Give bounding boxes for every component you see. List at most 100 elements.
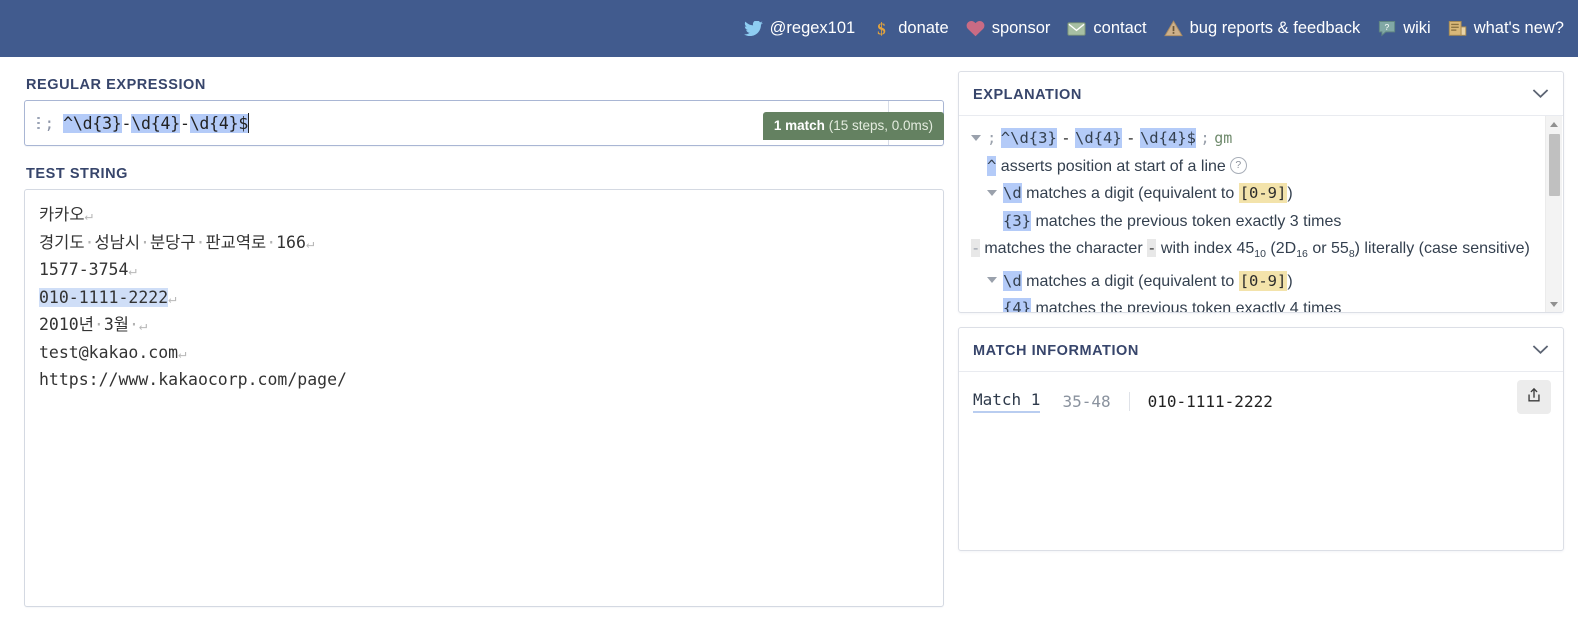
nav-item-regex101[interactable]: @regex101 bbox=[743, 19, 856, 38]
test-text: 2010년 bbox=[39, 315, 94, 334]
help-icon[interactable]: ? bbox=[1229, 156, 1247, 174]
space-dot: · bbox=[195, 232, 206, 252]
test-string-line: 1577-3754↵ bbox=[39, 257, 929, 285]
space-dot: · bbox=[84, 232, 95, 252]
explanation-row: \d matches a digit (equivalent to [0-9]) bbox=[971, 268, 1537, 296]
nav-item-what-s-new[interactable]: what's new? bbox=[1448, 19, 1564, 38]
test-string-line: test@kakao.com↵ bbox=[39, 340, 929, 368]
disclosure-triangle-icon[interactable] bbox=[987, 189, 997, 196]
nav-item-bug-reports-feedback[interactable]: bug reports & feedback bbox=[1163, 19, 1361, 38]
nav-item-sponsor[interactable]: sponsor bbox=[966, 19, 1051, 38]
explanation-rows: ; ^\d{3} - \d{4} - \d{4}$ ; gm ^ asserts… bbox=[959, 116, 1563, 312]
explanation-panel: EXPLANATION ; ^\d{3} - \d{4} - \d{4}$ ; … bbox=[958, 71, 1564, 313]
index-base: 55 bbox=[1331, 240, 1349, 257]
chevron-down-icon[interactable] bbox=[1532, 342, 1549, 360]
regex-token-highlight: ^\d{3} bbox=[1000, 128, 1057, 148]
nav-item-label: what's new? bbox=[1473, 19, 1564, 38]
chevron-down-icon[interactable] bbox=[1511, 86, 1549, 104]
regex-input[interactable]: ^\d{3}-\d{4}-\d{4}$ bbox=[56, 101, 834, 145]
news-document-icon bbox=[1448, 19, 1467, 38]
nav-item-donate[interactable]: $ donate bbox=[872, 19, 948, 39]
index-base: 2D bbox=[1275, 240, 1297, 257]
space-dot: · bbox=[128, 315, 139, 334]
workspace: REGULAR EXPRESSION 1 match (15 steps, 0.… bbox=[0, 57, 1578, 626]
test-string-editor[interactable]: 카카오↵ 경기도·성남시·분당구·판교역로·166↵ 1577-3754↵ 010-1… bbox=[24, 189, 944, 607]
nav-item-label: @regex101 bbox=[769, 19, 856, 38]
test-text: 3월 bbox=[103, 315, 129, 334]
explanation-text: ) literally (case sensitive) bbox=[1354, 240, 1530, 257]
explanation-text: ( bbox=[1265, 240, 1276, 257]
newline-glyph: ↵ bbox=[305, 235, 315, 252]
literal-dash-token: - bbox=[971, 239, 981, 257]
nav-item-wiki[interactable]: ? wiki bbox=[1377, 19, 1431, 38]
explanation-panel-header[interactable]: EXPLANATION bbox=[959, 72, 1563, 116]
test-text: 판교역로 bbox=[205, 232, 267, 252]
explanation-body-wrap: ; ^\d{3} - \d{4} - \d{4}$ ; gm ^ asserts… bbox=[959, 116, 1563, 312]
delimiter-token: ; bbox=[987, 129, 997, 147]
match-information-header[interactable]: MATCH INFORMATION bbox=[959, 328, 1563, 372]
disclosure-triangle-icon[interactable] bbox=[987, 277, 997, 284]
explanation-text: matches a digit (equivalent to bbox=[1026, 272, 1239, 290]
explanation-text: or bbox=[1307, 240, 1332, 257]
test-string-line: 010-1111-2222↵ bbox=[39, 285, 929, 313]
test-string-line: https://www.kakaocorp.com/page/ bbox=[39, 367, 929, 393]
scrollbar-thumb[interactable] bbox=[1548, 134, 1560, 196]
regex-token: ^\d{3} bbox=[63, 113, 122, 133]
explanation-scrollbar[interactable] bbox=[1545, 116, 1562, 312]
regex-drag-handle[interactable]: ; bbox=[25, 101, 56, 145]
explanation-row: {3} matches the previous token exactly 3… bbox=[971, 208, 1537, 236]
index-radix: 10 bbox=[1254, 248, 1266, 261]
test-text: https://www.kakaocorp.com/page/ bbox=[39, 370, 347, 389]
match-row[interactable]: Match 1 35-48 010-1111-2222 bbox=[973, 390, 1549, 413]
test-text: 경기도 bbox=[39, 232, 85, 252]
test-text: 166 bbox=[276, 232, 306, 252]
explanation-row: ; ^\d{3} - \d{4} - \d{4}$ ; gm bbox=[971, 125, 1537, 153]
nav-item-label: sponsor bbox=[991, 19, 1051, 38]
match-steps-text: (15 steps, 0.0ms) bbox=[828, 118, 933, 133]
twitter-icon bbox=[743, 19, 763, 38]
nav-item-label: bug reports & feedback bbox=[1189, 19, 1361, 38]
regex-token-highlight: {4} bbox=[1003, 298, 1031, 312]
heart-icon bbox=[966, 19, 985, 38]
newline-glyph: ↵ bbox=[168, 290, 177, 307]
test-string-line: 경기도·성남시·분당구·판교역로·166↵ bbox=[39, 230, 929, 258]
match-information-body: Match 1 35-48 010-1111-2222 bbox=[959, 372, 1563, 550]
nav-item-label: contact bbox=[1093, 19, 1147, 38]
flags-token: gm bbox=[1214, 129, 1233, 147]
explanation-text: ) bbox=[1287, 185, 1293, 202]
space-dot: · bbox=[93, 315, 104, 334]
svg-text:?: ? bbox=[1384, 22, 1389, 32]
nav-item-contact[interactable]: contact bbox=[1067, 19, 1147, 38]
test-text: 성남시 bbox=[94, 232, 141, 252]
test-text: 분당구 bbox=[149, 232, 196, 252]
space-dot: · bbox=[266, 232, 277, 252]
scroll-down-arrow-icon[interactable] bbox=[1546, 296, 1562, 312]
regex-token: \d{4} bbox=[131, 113, 180, 133]
grip-dots-icon bbox=[37, 116, 40, 130]
regex-delimiter-left: ; bbox=[44, 113, 55, 133]
test-string-line: 2010년·3월·↵ bbox=[39, 312, 929, 340]
explanation-text: matches the previous token exactly 3 tim… bbox=[1035, 212, 1342, 230]
char-index-value: 2D16 bbox=[1275, 240, 1308, 260]
match-count-badge: 1 match (15 steps, 0.0ms) bbox=[762, 112, 944, 140]
svg-text:$: $ bbox=[877, 20, 886, 39]
match-count-text: 1 match bbox=[773, 118, 825, 133]
char-index-value: 4510 bbox=[1236, 240, 1266, 261]
explanation-text: ) bbox=[1287, 272, 1293, 290]
explanation-text: matches the previous token exactly 4 tim… bbox=[1035, 300, 1342, 312]
explanation-text: matches a digit (equivalent to bbox=[1026, 185, 1239, 202]
regex-token-highlight: \d bbox=[1003, 183, 1022, 203]
disclosure-triangle-icon[interactable] bbox=[971, 134, 981, 141]
info-column: EXPLANATION ; ^\d{3} - \d{4} - \d{4}$ ; … bbox=[958, 57, 1578, 626]
test-text: test@kakao.com bbox=[39, 342, 179, 362]
regex-token: - bbox=[1126, 129, 1136, 147]
match-label[interactable]: Match 1 bbox=[973, 390, 1041, 413]
speech-bubble-question-icon: ? bbox=[1377, 19, 1396, 38]
export-icon bbox=[1525, 386, 1543, 409]
scroll-up-arrow-icon[interactable] bbox=[1546, 116, 1562, 132]
export-matches-button[interactable] bbox=[1517, 380, 1551, 414]
test-text: 카카오 bbox=[39, 205, 85, 224]
test-text: 1577-3754 bbox=[39, 260, 129, 279]
nav-item-label: wiki bbox=[1403, 19, 1431, 38]
regex-token-highlight: \d{4}$ bbox=[1139, 128, 1196, 148]
